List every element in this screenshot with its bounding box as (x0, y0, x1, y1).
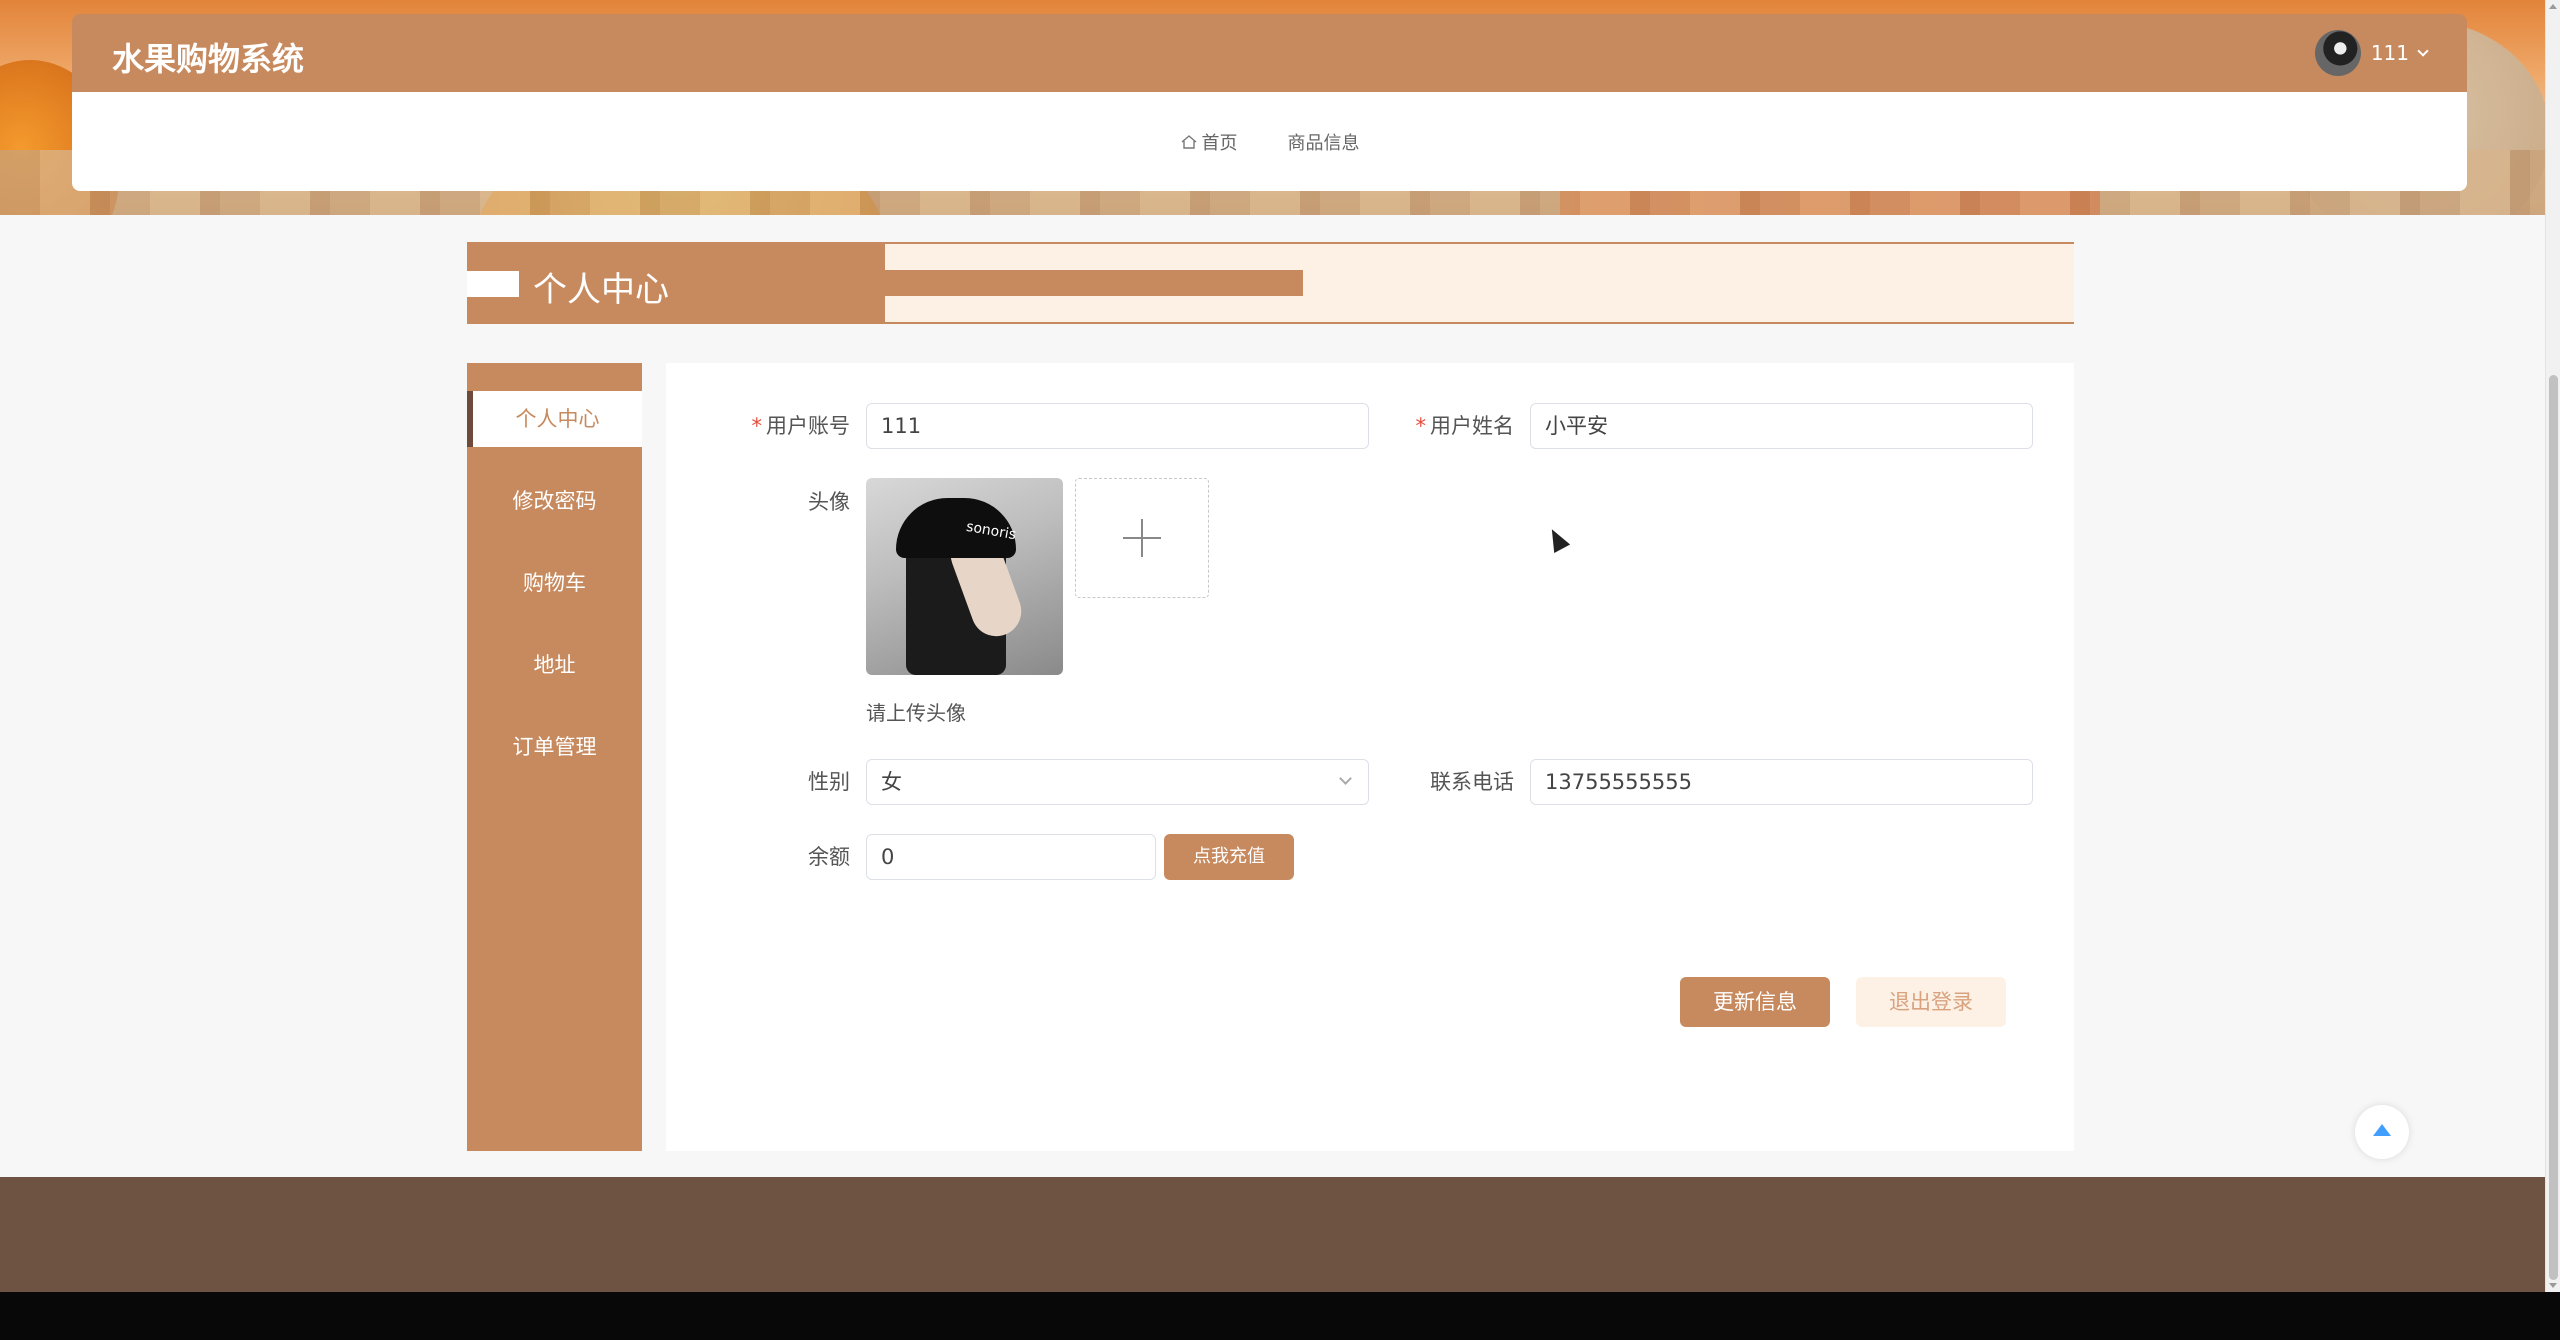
avatar-hint: 请上传头像 (866, 701, 966, 725)
main-nav: 首页 商品信息 (72, 92, 2467, 191)
name-label: * 用户姓名 (1415, 414, 1515, 438)
gender-label: 性别 (808, 770, 850, 794)
sidebar: 个人中心 修改密码 购物车 地址 订单管理 (467, 363, 642, 1151)
title-bar-block (467, 244, 885, 322)
avatar-image[interactable]: sonoris (866, 478, 1063, 675)
title-bar-stripe (885, 270, 1303, 296)
sidebar-item-change-password[interactable]: 修改密码 (467, 473, 642, 529)
site-title: 水果购物系统 (112, 40, 305, 78)
scrollbar-thumb[interactable] (2549, 375, 2558, 1280)
chevron-down-icon (1339, 772, 1352, 785)
chevron-down-icon (2417, 45, 2429, 57)
name-field[interactable]: 小平安 (1530, 403, 2033, 449)
sidebar-item-profile[interactable]: 个人中心 (467, 391, 642, 447)
balance-field[interactable]: 0 (866, 834, 1156, 880)
nav-item-label: 商品信息 (1287, 132, 1360, 154)
username-label: 111 (2370, 41, 2409, 65)
arrow-up-icon (2373, 1124, 2391, 1136)
gender-select[interactable]: 女 (866, 759, 1369, 805)
screen-bottom-bar (0, 1292, 2560, 1340)
nav-item-home[interactable]: 首页 (1180, 129, 1238, 155)
balance-label: 余额 (808, 845, 850, 869)
title-bar-chip (467, 271, 519, 297)
page-title-bar: 个人中心 (467, 242, 2074, 324)
user-avatar (2314, 30, 2361, 76)
top-header: 水果购物系统 111 (72, 14, 2467, 92)
phone-label: 联系电话 (1430, 770, 1514, 794)
gender-value: 女 (881, 770, 902, 794)
nav-item-products[interactable]: 商品信息 (1288, 129, 1360, 155)
avatar-upload-button[interactable] (1075, 478, 1209, 598)
user-menu[interactable]: 111 (2314, 30, 2429, 76)
update-info-button[interactable]: 更新信息 (1680, 977, 1830, 1027)
scroll-down-icon[interactable] (2549, 1283, 2557, 1288)
nav-item-label: 首页 (1201, 132, 1238, 154)
page-title: 个人中心 (533, 270, 669, 310)
recharge-button[interactable]: 点我充值 (1164, 834, 1294, 880)
vertical-scrollbar[interactable] (2545, 0, 2560, 1292)
account-field[interactable]: 111 (866, 403, 1369, 449)
account-label: * 用户账号 (751, 414, 851, 438)
avatar-label: 头像 (808, 490, 850, 514)
plus-icon (1123, 519, 1161, 557)
page-footer (0, 1177, 2545, 1292)
page-viewport: 水果购物系统 111 首页 商品信息 个人中心 个人中心 修改密码 购物车 地址… (0, 0, 2545, 1292)
sidebar-item-address[interactable]: 地址 (467, 637, 642, 693)
home-icon (1181, 134, 1196, 149)
phone-field[interactable]: 13755555555 (1530, 759, 2033, 805)
sidebar-item-orders[interactable]: 订单管理 (467, 719, 642, 775)
scroll-up-icon[interactable] (2549, 4, 2557, 9)
sidebar-item-cart[interactable]: 购物车 (467, 555, 642, 611)
logout-button[interactable]: 退出登录 (1856, 977, 2006, 1027)
back-to-top-button[interactable] (2355, 1105, 2409, 1159)
